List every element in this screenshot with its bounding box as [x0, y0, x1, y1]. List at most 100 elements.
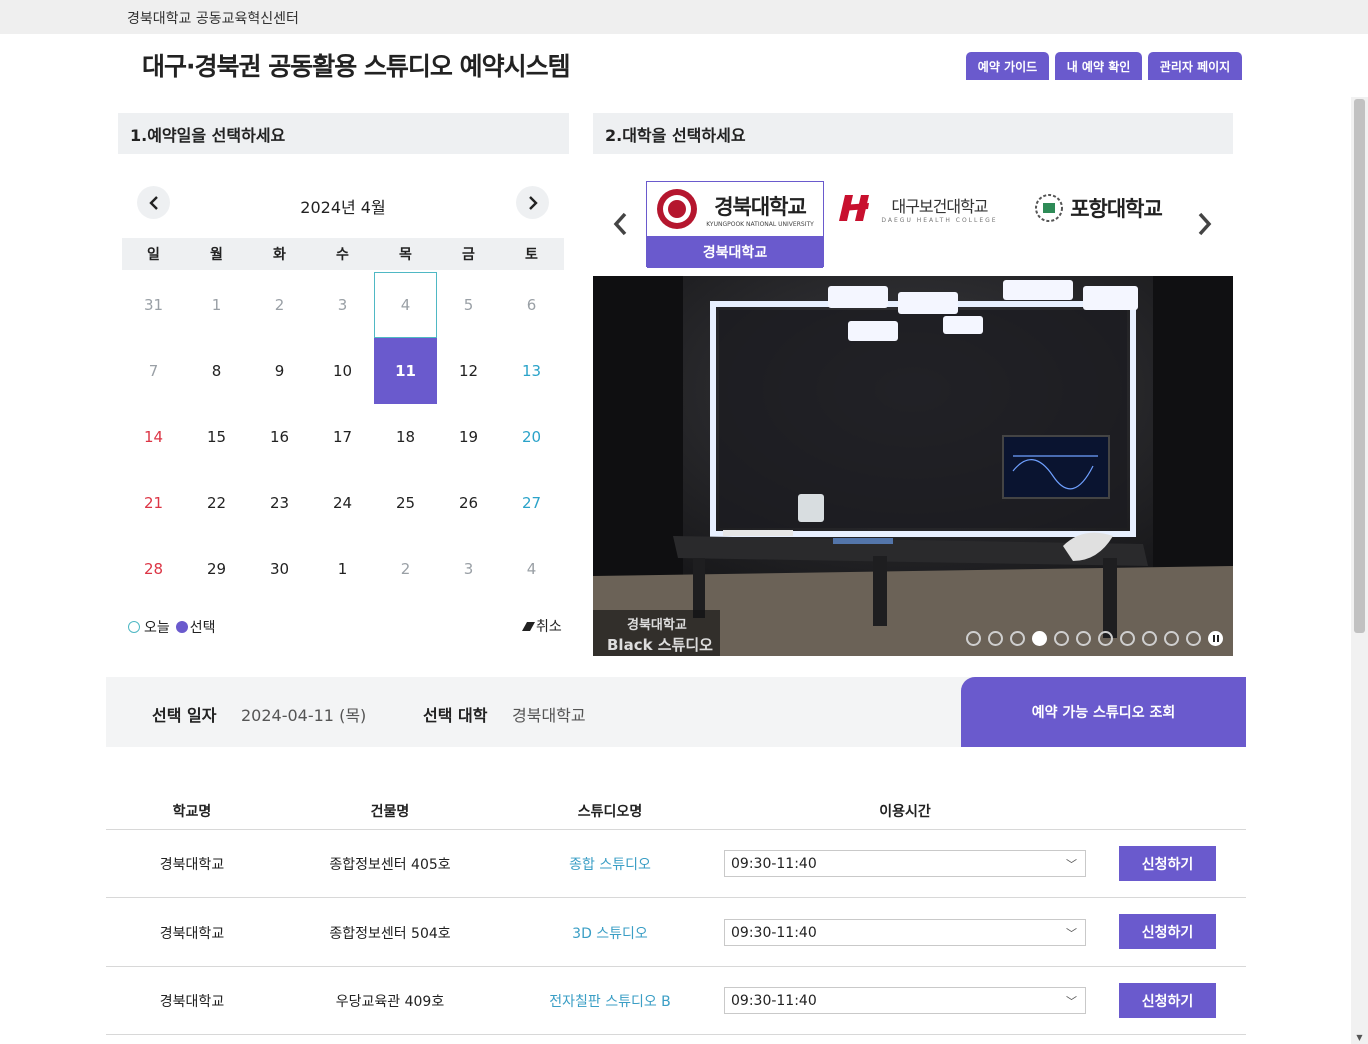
calendar-day[interactable]: 1 — [185, 272, 248, 338]
calendar-day[interactable]: 4 — [500, 536, 563, 602]
calendar-day[interactable]: 1 — [311, 536, 374, 602]
calendar-day[interactable]: 17 — [311, 404, 374, 470]
calendar-day[interactable]: 22 — [185, 470, 248, 536]
weekday-label: 월 — [210, 247, 223, 263]
calendar-day[interactable]: 27 — [500, 470, 563, 536]
selected-university-label: 선택 대학 — [423, 706, 488, 725]
calendar-day[interactable]: 26 — [437, 470, 500, 536]
prev-month-button[interactable] — [137, 186, 170, 219]
chevron-left-icon — [613, 212, 627, 236]
legend-today-label: 오늘 — [144, 620, 170, 636]
calendar-day[interactable]: 10 — [311, 338, 374, 404]
calendar-day[interactable]: 19 — [437, 404, 500, 470]
calendar-day[interactable]: 21 — [122, 470, 185, 536]
calendar-day[interactable]: 3 — [437, 536, 500, 602]
time-select[interactable]: 09:30-11:40 ﹀ — [724, 987, 1086, 1014]
calendar-day[interactable]: 31 — [122, 272, 185, 338]
apply-button[interactable]: 신청하기 — [1119, 846, 1216, 881]
dhc-logo-subtext: DAEGU HEALTH COLLEGE — [881, 216, 998, 224]
slide-dot[interactable] — [1142, 631, 1157, 646]
time-select-value: 09:30-11:40 — [731, 855, 817, 872]
weekday-label: 수 — [336, 247, 349, 263]
calendar-day[interactable]: 23 — [248, 470, 311, 536]
prev-university-button[interactable] — [612, 210, 628, 243]
calendar-day-selected[interactable]: 11 — [374, 338, 437, 404]
calendar-day[interactable]: 20 — [500, 404, 563, 470]
slide-dot[interactable] — [1010, 631, 1025, 646]
calendar-day[interactable]: 5 — [437, 272, 500, 338]
calendar-day[interactable]: 25 — [374, 470, 437, 536]
pause-icon[interactable] — [1208, 631, 1223, 646]
studio-name-link[interactable]: 종합 스튜디오 — [520, 854, 700, 874]
time-select[interactable]: 09:30-11:40 ﹀ — [724, 850, 1086, 877]
knu-logo: 경북대학교 KYUNGPOOK NATIONAL UNIVERSITY — [647, 182, 823, 236]
slide-dot[interactable] — [1186, 631, 1201, 646]
studio-name-link[interactable]: 3D 스튜디오 — [520, 923, 700, 943]
column-header-time: 이용시간 — [879, 804, 931, 820]
calendar-day[interactable]: 13 — [500, 338, 563, 404]
next-university-button[interactable] — [1197, 210, 1213, 243]
calendar-day-today[interactable]: 4 — [374, 272, 437, 338]
dhc-emblem-icon — [839, 195, 870, 221]
slide-dot[interactable] — [1054, 631, 1069, 646]
calendar-day[interactable]: 2 — [248, 272, 311, 338]
university-section-title: 2.대학을 선택하세요 — [593, 113, 1233, 154]
table-divider — [106, 966, 1246, 967]
phc-logo: 포항대학교 — [1018, 181, 1178, 235]
weekday-label: 화 — [273, 247, 286, 263]
admin-page-button[interactable]: 관리자 페이지 — [1148, 52, 1242, 80]
calendar-day[interactable]: 24 — [311, 470, 374, 536]
cancel-label: 취소 — [536, 619, 562, 635]
university-card-phc[interactable]: 포항대학교 — [1018, 181, 1178, 267]
column-header-building: 건물명 — [370, 804, 410, 820]
my-reservation-button[interactable]: 내 예약 확인 — [1055, 52, 1142, 80]
calendar-day[interactable]: 2 — [374, 536, 437, 602]
weekday-label: 금 — [462, 247, 475, 263]
slide-dot-active[interactable] — [1032, 631, 1047, 646]
slide-dot[interactable] — [1076, 631, 1091, 646]
calendar-day[interactable]: 6 — [500, 272, 563, 338]
studio-photo — [593, 276, 1233, 656]
site-title[interactable]: 대구·경북권 공동활용 스튜디오 예약시스템 — [142, 47, 571, 83]
calendar-day[interactable]: 3 — [311, 272, 374, 338]
studio-name-link[interactable]: 전자칠판 스튜디오 B — [520, 991, 700, 1011]
calendar-day[interactable]: 8 — [185, 338, 248, 404]
calendar-day[interactable]: 15 — [185, 404, 248, 470]
calendar-day[interactable]: 29 — [185, 536, 248, 602]
next-month-button[interactable] — [516, 186, 549, 219]
calendar-day[interactable]: 18 — [374, 404, 437, 470]
calendar-day[interactable]: 7 — [122, 338, 185, 404]
reservation-guide-button[interactable]: 예약 가이드 — [966, 52, 1049, 80]
cancel-selection-button[interactable]: 취소 — [521, 616, 562, 636]
calendar-day[interactable]: 28 — [122, 536, 185, 602]
calendar-day[interactable]: 12 — [437, 338, 500, 404]
column-header-school: 학교명 — [172, 804, 212, 820]
chevron-down-icon: ﹀ — [1066, 927, 1077, 940]
org-name[interactable]: 경북대학교 공동교육혁신센터 — [127, 8, 299, 28]
calendar-day[interactable]: 14 — [122, 404, 185, 470]
calendar-day[interactable]: 9 — [248, 338, 311, 404]
chevron-left-icon — [148, 195, 158, 210]
weekday-label: 목 — [399, 247, 412, 263]
calendar-day[interactable]: 16 — [248, 404, 311, 470]
slide-dot[interactable] — [1098, 631, 1113, 646]
slide-dot[interactable] — [988, 631, 1003, 646]
slide-dot[interactable] — [1164, 631, 1179, 646]
university-card-knu[interactable]: 경북대학교 KYUNGPOOK NATIONAL UNIVERSITY 경북대학… — [646, 181, 824, 268]
calendar-day[interactable]: 30 — [248, 536, 311, 602]
apply-button[interactable]: 신청하기 — [1119, 914, 1216, 949]
page-scrollbar[interactable]: ▼ — [1351, 97, 1368, 1044]
scrollbar-thumb[interactable] — [1354, 99, 1365, 633]
slide-dot[interactable] — [1120, 631, 1135, 646]
photo-caption-university: 경북대학교 — [627, 618, 687, 633]
top-bar: 경북대학교 공동교육혁신센터 — [0, 0, 1368, 34]
weekday-header: 일 월 화 수 목 금 토 — [122, 238, 564, 270]
search-studios-button[interactable]: 예약 가능 스튜디오 조회 — [961, 677, 1246, 747]
apply-button[interactable]: 신청하기 — [1119, 983, 1216, 1018]
studio-photo-slider[interactable]: 경북대학교 Black 스튜디오 — [593, 276, 1233, 656]
slide-dot[interactable] — [966, 631, 981, 646]
weekday-label: 토 — [525, 247, 538, 263]
time-select[interactable]: 09:30-11:40 ﹀ — [724, 919, 1086, 946]
university-card-dhc[interactable]: 대구보건대학교 DAEGU HEALTH COLLEGE — [830, 181, 1005, 267]
scroll-down-arrow-icon[interactable]: ▼ — [1351, 1033, 1368, 1042]
